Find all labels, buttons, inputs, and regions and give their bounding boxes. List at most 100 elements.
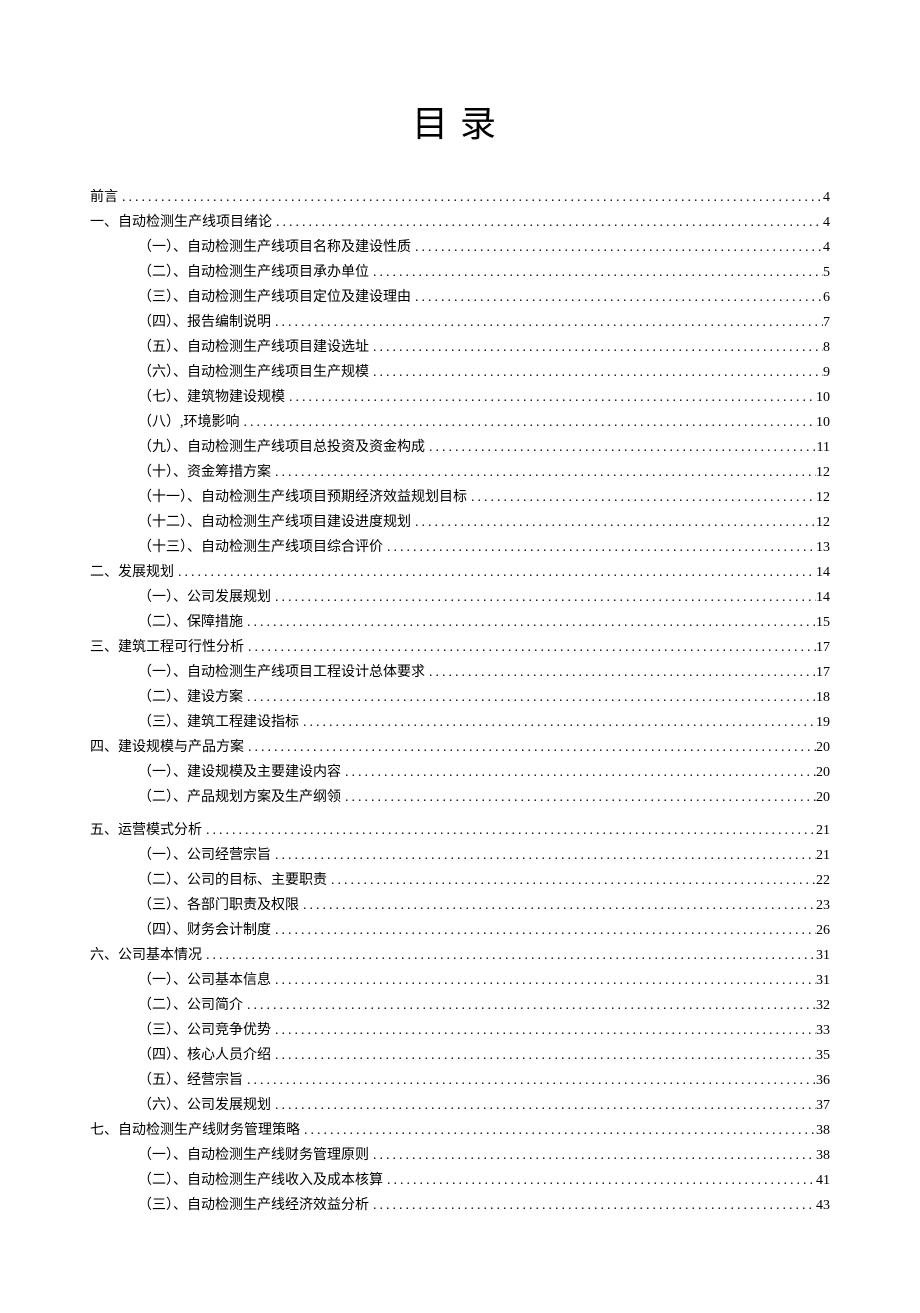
toc-entry: （二）、自动检测生产线收入及成本核算41 (90, 1168, 830, 1193)
toc-entry: （四）、核心人员介绍 35 (90, 1043, 830, 1068)
toc-dotted-leader (341, 785, 816, 810)
toc-entry: （一）、公司基本信息31 (90, 968, 830, 993)
toc-entry-label: （十一）、自动检测生产线项目预期经济效益规划目标 (138, 485, 467, 510)
toc-entry: （九）、自动检测生产线项目总投资及资金构成11 (90, 435, 830, 460)
toc-entry: （六）、公司发展规划 37 (90, 1093, 830, 1118)
toc-entry-page: 33 (816, 1018, 830, 1043)
toc-entry-label: 三、建筑工程可行性分析 (90, 635, 244, 660)
toc-dotted-leader (299, 710, 816, 735)
toc-dotted-leader (240, 410, 817, 435)
toc-dotted-leader (285, 385, 816, 410)
toc-entry-label: （一）、公司发展规划 (138, 585, 271, 610)
toc-entry-label: （七）、建筑物建设规模 (138, 385, 285, 410)
toc-entry-label: （二）、自动检测生产线收入及成本核算 (138, 1168, 383, 1193)
toc-dotted-leader (202, 943, 816, 968)
toc-dotted-leader (425, 435, 817, 460)
toc-entry-page: 4 (823, 210, 830, 235)
toc-entry-page: 36 (816, 1068, 830, 1093)
toc-dotted-leader (272, 210, 823, 235)
toc-dotted-leader (369, 335, 823, 360)
toc-title: 目录 (90, 95, 830, 147)
toc-entry-page: 13 (816, 535, 830, 560)
toc-entry-label: （十三）、自动检测生产线项目综合评价 (138, 535, 383, 560)
toc-entry-label: （三）、建筑工程建设指标 (138, 710, 299, 735)
toc-entry: （十一）、自动检测生产线项目预期经济效益规划目标12 (90, 485, 830, 510)
toc-entry: 五、运营模式分析 21 (90, 818, 830, 843)
toc-entry: （三）、建筑工程建设指标 19 (90, 710, 830, 735)
toc-entry-label: （四）、财务会计制度 (138, 918, 271, 943)
toc-entry-label: （六）、自动检测生产线项目生产规模 (138, 360, 369, 385)
toc-entry-label: （八）,环境影响 (138, 410, 240, 435)
toc-entry-page: 37 (816, 1093, 830, 1118)
toc-entry-label: 六、公司基本情况 (90, 943, 202, 968)
toc-entry-label: （六）、公司发展规划 (138, 1093, 271, 1118)
toc-entry-page: 10 (816, 410, 830, 435)
toc-entry-page: 21 (816, 818, 830, 843)
toc-dotted-leader (118, 185, 823, 210)
toc-dotted-leader (244, 735, 816, 760)
toc-dotted-leader (202, 818, 816, 843)
toc-entry-page: 38 (816, 1143, 830, 1168)
toc-entry-label: （十）、资金筹措方案 (138, 460, 271, 485)
toc-entry: 七、自动检测生产线财务管理策略38 (90, 1118, 830, 1143)
toc-entry-page: 20 (816, 785, 830, 810)
toc-entry-label: （二）、建设方案 (138, 685, 243, 710)
toc-entry-label: 五、运营模式分析 (90, 818, 202, 843)
toc-entry-page: 19 (816, 710, 830, 735)
toc-entry-page: 17 (816, 635, 830, 660)
toc-entry-page: 20 (816, 760, 830, 785)
toc-entry-page: 38 (816, 1118, 830, 1143)
toc-entry: （三）、自动检测生产线项目定位及建设理由6 (90, 285, 830, 310)
toc-entry-label: （三）、各部门职责及权限 (138, 893, 299, 918)
toc-entry-label: （四）、核心人员介绍 (138, 1043, 271, 1068)
toc-entry-page: 7 (823, 310, 830, 335)
toc-entry-label: 一、自动检测生产线项目绪论 (90, 210, 272, 235)
toc-dotted-leader (369, 260, 823, 285)
toc-entry-page: 22 (816, 868, 830, 893)
toc-entry-page: 20 (816, 735, 830, 760)
toc-entry-label: （一）、自动检测生产线项目名称及建设性质 (138, 235, 411, 260)
toc-entry: （四）、财务会计制度 26 (90, 918, 830, 943)
toc-entry: （二）、建设方案 18 (90, 685, 830, 710)
toc-entry: （五）、经营宗旨36 (90, 1068, 830, 1093)
toc-dotted-leader (369, 1193, 816, 1218)
toc-dotted-leader (271, 1043, 816, 1068)
toc-entry-page: 26 (816, 918, 830, 943)
toc-entry: （一）、公司发展规划14 (90, 585, 830, 610)
toc-entry: （六）、自动检测生产线项目生产规模9 (90, 360, 830, 385)
toc-dotted-leader (369, 1143, 816, 1168)
toc-entry-page: 18 (816, 685, 830, 710)
toc-entry-page: 32 (816, 993, 830, 1018)
toc-entry-label: （二）、公司的目标、主要职责 (138, 868, 327, 893)
toc-entry-label: （二）、产品规划方案及生产纲领 (138, 785, 341, 810)
toc-dotted-leader (271, 310, 823, 335)
toc-entry: 前言4 (90, 185, 830, 210)
toc-dotted-leader (271, 1018, 816, 1043)
toc-dotted-leader (299, 893, 816, 918)
toc-entry-page: 35 (816, 1043, 830, 1068)
toc-entry-page: 31 (816, 943, 830, 968)
toc-entry-page: 8 (823, 335, 830, 360)
toc-entry-label: （一）、建设规模及主要建设内容 (138, 760, 341, 785)
toc-entry-label: （四）、报告编制说明 (138, 310, 271, 335)
toc-dotted-leader (271, 1093, 816, 1118)
toc-entry-page: 4 (823, 235, 830, 260)
toc-entry: （三）、自动检测生产线经济效益分析43 (90, 1193, 830, 1218)
toc-entry: 二、发展规划 14 (90, 560, 830, 585)
toc-dotted-leader (467, 485, 816, 510)
toc-entry: （二）、保障措施15 (90, 610, 830, 635)
toc-entry: （十三）、自动检测生产线项目综合评价 13 (90, 535, 830, 560)
toc-entry: （七）、建筑物建设规模10 (90, 385, 830, 410)
toc-entry: （十二）、自动检测生产线项目建设进度规划12 (90, 510, 830, 535)
toc-entry-label: （十二）、自动检测生产线项目建设进度规划 (138, 510, 411, 535)
toc-entry: （一）、建设规模及主要建设内容 20 (90, 760, 830, 785)
toc-entry-label: （一）、公司经营宗旨 (138, 843, 271, 868)
toc-entry: （二）、产品规划方案及生产纲领 20 (90, 785, 830, 810)
toc-entry: 一、自动检测生产线项目绪论 4 (90, 210, 830, 235)
toc-dotted-leader (271, 918, 816, 943)
toc-entry: （三）、各部门职责及权限23 (90, 893, 830, 918)
toc-entry-label: 二、发展规划 (90, 560, 174, 585)
toc-dotted-leader (271, 968, 816, 993)
toc-entry-page: 14 (816, 560, 830, 585)
toc-entry: （一）、公司经营宗旨21 (90, 843, 830, 868)
